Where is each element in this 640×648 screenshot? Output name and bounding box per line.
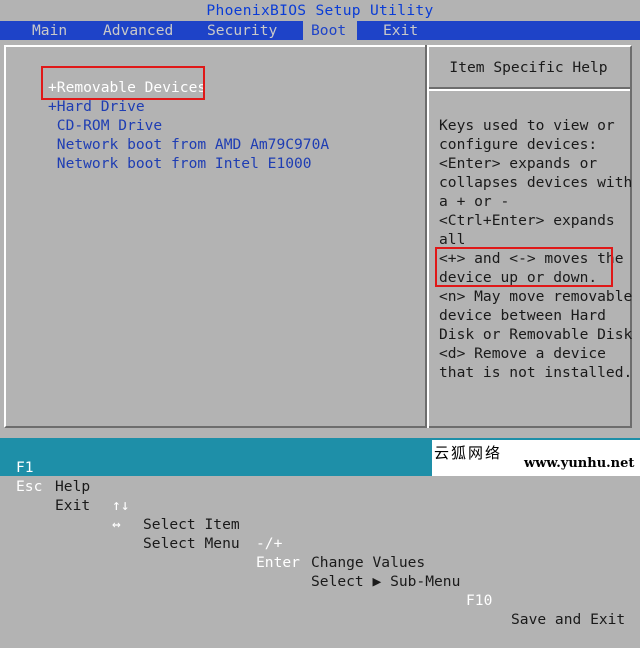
key-f10-desc: Save and Exit bbox=[511, 611, 626, 628]
key-minus-plus-desc: Change Values bbox=[311, 554, 426, 571]
help-line: <n> May move removable bbox=[439, 288, 633, 305]
key-f1-desc: Help bbox=[55, 478, 91, 495]
help-title: Item Specific Help bbox=[449, 59, 608, 76]
watermark-cn: 云狐网络 bbox=[434, 444, 503, 462]
boot-item-cdrom-drive[interactable]: CD-ROM Drive bbox=[48, 116, 329, 135]
key-updown-desc: Select Item bbox=[143, 516, 240, 533]
key-updown: ↑↓ bbox=[112, 497, 130, 514]
help-line: <Ctrl+Enter> expands bbox=[439, 212, 615, 229]
help-line: <d> Remove a device bbox=[439, 345, 606, 362]
watermark-en: www.yunhu.net bbox=[524, 456, 635, 471]
key-enter: Enter bbox=[256, 554, 300, 571]
tab-security[interactable]: Security bbox=[199, 21, 285, 40]
tab-main[interactable]: Main bbox=[24, 21, 75, 40]
highlight-box-removable bbox=[41, 66, 205, 100]
key-esc: Esc bbox=[16, 478, 43, 495]
key-leftright: ↔ bbox=[112, 516, 121, 533]
panel-divider bbox=[425, 45, 429, 428]
help-line: device between Hard bbox=[439, 307, 606, 324]
key-enter-desc: Select ▶ Sub-Menu bbox=[311, 573, 461, 590]
key-f10: F10 bbox=[466, 592, 493, 609]
boot-item-network-amd[interactable]: Network boot from AMD Am79C970A bbox=[48, 135, 329, 154]
tab-boot[interactable]: Boot bbox=[303, 21, 357, 40]
key-leftright-desc: Select Menu bbox=[143, 535, 240, 552]
tab-exit[interactable]: Exit bbox=[375, 21, 426, 40]
highlight-box-move-keys bbox=[435, 247, 613, 287]
help-title-divider bbox=[429, 87, 630, 91]
help-line: Disk or Removable Disk bbox=[439, 326, 633, 343]
tab-advanced[interactable]: Advanced bbox=[95, 21, 181, 40]
menu-bar: Main Advanced Security Boot Exit bbox=[0, 21, 640, 40]
help-line: <Enter> expands or bbox=[439, 155, 598, 172]
key-esc-desc: Exit bbox=[55, 497, 91, 514]
key-minus-plus: -/+ bbox=[256, 535, 283, 552]
help-line: that is not installed. bbox=[439, 364, 633, 381]
window-title: PhoenixBIOS Setup Utility bbox=[0, 0, 640, 21]
help-line: Keys used to view or bbox=[439, 117, 615, 134]
help-line: configure devices: bbox=[439, 136, 598, 153]
boot-item-network-intel[interactable]: Network boot from Intel E1000 bbox=[48, 154, 329, 173]
help-line: collapses devices with bbox=[439, 174, 633, 191]
help-line: a + or - bbox=[439, 193, 510, 210]
